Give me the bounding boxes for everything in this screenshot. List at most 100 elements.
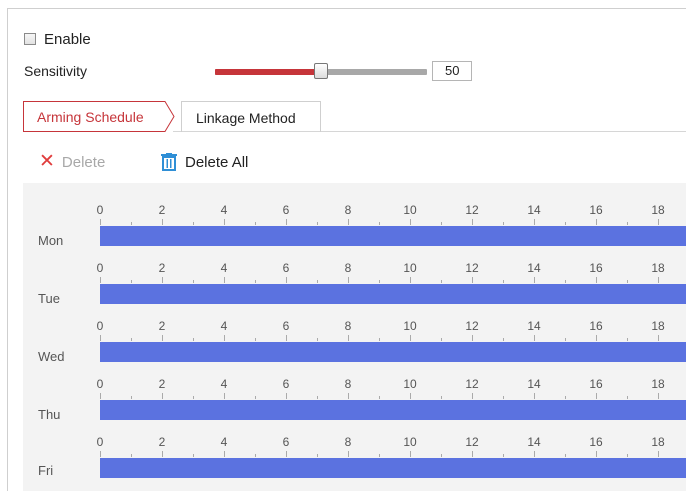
hour-tick-mark <box>100 335 101 341</box>
hour-tick-label: 14 <box>527 435 541 449</box>
hour-tick-label: 14 <box>527 319 541 333</box>
hour-tick-minor <box>379 396 380 399</box>
hour-tick-label: 4 <box>220 377 228 391</box>
hour-tick-label: 10 <box>403 435 417 449</box>
schedule-bar[interactable] <box>100 400 686 420</box>
hour-tick-mark <box>162 393 163 399</box>
tab-arming-schedule[interactable]: Arming Schedule <box>23 101 175 132</box>
hour-tick-minor <box>317 222 318 225</box>
sensitivity-value-field[interactable]: 50 <box>432 61 472 81</box>
hour-tick-minor <box>441 454 442 457</box>
trash-icon <box>161 153 177 171</box>
schedule-grid: Mon 0 2 4 6 8 10 12 14 16 18 Tue 0 2 4 6 8 10 12 14 16 18 Wed 0… <box>23 183 686 491</box>
hour-tick-mark <box>162 451 163 457</box>
hour-tick-mark <box>410 393 411 399</box>
slider-handle[interactable] <box>314 63 328 79</box>
hour-tick-mark <box>658 277 659 283</box>
sensitivity-slider[interactable] <box>215 63 427 79</box>
hour-tick-mark <box>658 335 659 341</box>
hour-tick-label: 12 <box>465 435 479 449</box>
enable-checkbox[interactable] <box>24 33 36 45</box>
tab-linkage-method[interactable]: Linkage Method <box>181 101 321 132</box>
hour-tick-label: 0 <box>96 435 104 449</box>
hour-tick-label: 18 <box>651 203 665 217</box>
hour-tick-mark <box>100 393 101 399</box>
tab-arming-schedule-label: Arming Schedule <box>37 109 144 125</box>
day-label: Tue <box>38 291 60 306</box>
hour-tick-mark <box>224 277 225 283</box>
hour-tick-minor <box>565 454 566 457</box>
hour-tick-mark <box>348 335 349 341</box>
hour-tick-mark <box>348 451 349 457</box>
hour-tick-label: 6 <box>282 377 290 391</box>
hour-tick-mark <box>658 393 659 399</box>
delete-button[interactable]: ✕ Delete <box>39 152 105 172</box>
hour-tick-mark <box>348 219 349 225</box>
hour-tick-minor <box>627 338 628 341</box>
schedule-bar[interactable] <box>100 342 686 362</box>
hour-tick-mark <box>596 451 597 457</box>
hour-tick-mark <box>534 335 535 341</box>
hour-tick-minor <box>565 396 566 399</box>
hour-tick-mark <box>472 393 473 399</box>
schedule-row-fri: Fri 0 2 4 6 8 10 12 14 16 18 <box>23 435 686 493</box>
hour-tick-minor <box>503 338 504 341</box>
hour-tick-mark <box>348 277 349 283</box>
hour-tick-minor <box>441 338 442 341</box>
hour-tick-label: 10 <box>403 203 417 217</box>
hour-tick-mark <box>410 219 411 225</box>
hour-tick-label: 16 <box>589 261 603 275</box>
hour-tick-label: 10 <box>403 261 417 275</box>
hour-tick-mark <box>534 393 535 399</box>
hour-tick-minor <box>627 454 628 457</box>
hour-tick-minor <box>565 222 566 225</box>
hour-tick-mark <box>596 393 597 399</box>
hour-tick-label: 2 <box>158 261 166 275</box>
hour-tick-mark <box>534 219 535 225</box>
hour-tick-minor <box>317 338 318 341</box>
hour-tick-label: 0 <box>96 203 104 217</box>
hour-tick-minor <box>441 280 442 283</box>
hour-tick-label: 0 <box>96 261 104 275</box>
hour-tick-label: 2 <box>158 377 166 391</box>
hour-tick-label: 18 <box>651 435 665 449</box>
hour-tick-label: 4 <box>220 261 228 275</box>
hour-tick-minor <box>379 454 380 457</box>
hour-tick-minor <box>379 280 380 283</box>
hour-tick-label: 2 <box>158 319 166 333</box>
hour-tick-label: 0 <box>96 377 104 391</box>
hour-tick-mark <box>162 277 163 283</box>
schedule-row-thu: Thu 0 2 4 6 8 10 12 14 16 18 <box>23 377 686 435</box>
hour-tick-label: 2 <box>158 435 166 449</box>
enable-row: Enable <box>24 30 91 48</box>
hour-tick-label: 4 <box>220 319 228 333</box>
schedule-bar[interactable] <box>100 458 686 478</box>
hour-tick-label: 8 <box>344 261 352 275</box>
hour-tick-minor <box>131 454 132 457</box>
hour-tick-mark <box>658 219 659 225</box>
enable-label: Enable <box>44 30 91 48</box>
hour-tick-label: 18 <box>651 261 665 275</box>
hour-tick-mark <box>286 219 287 225</box>
hour-tick-mark <box>224 451 225 457</box>
hour-tick-label: 8 <box>344 435 352 449</box>
hour-tick-mark <box>162 219 163 225</box>
schedule-bar[interactable] <box>100 284 686 304</box>
hour-tick-minor <box>317 454 318 457</box>
hour-tick-mark <box>286 335 287 341</box>
schedule-bar[interactable] <box>100 226 686 246</box>
hour-tick-minor <box>193 280 194 283</box>
hour-tick-mark <box>472 277 473 283</box>
panel-border-left <box>7 8 8 491</box>
hour-tick-label: 12 <box>465 377 479 391</box>
close-icon: ✕ <box>39 151 55 172</box>
hour-tick-label: 8 <box>344 203 352 217</box>
hour-tick-label: 10 <box>403 377 417 391</box>
hour-tick-mark <box>224 393 225 399</box>
hour-tick-minor <box>255 280 256 283</box>
hour-tick-label: 16 <box>589 319 603 333</box>
hour-tick-minor <box>317 396 318 399</box>
delete-all-button[interactable]: Delete All <box>161 152 248 172</box>
hour-tick-label: 6 <box>282 319 290 333</box>
day-label: Wed <box>38 349 65 364</box>
